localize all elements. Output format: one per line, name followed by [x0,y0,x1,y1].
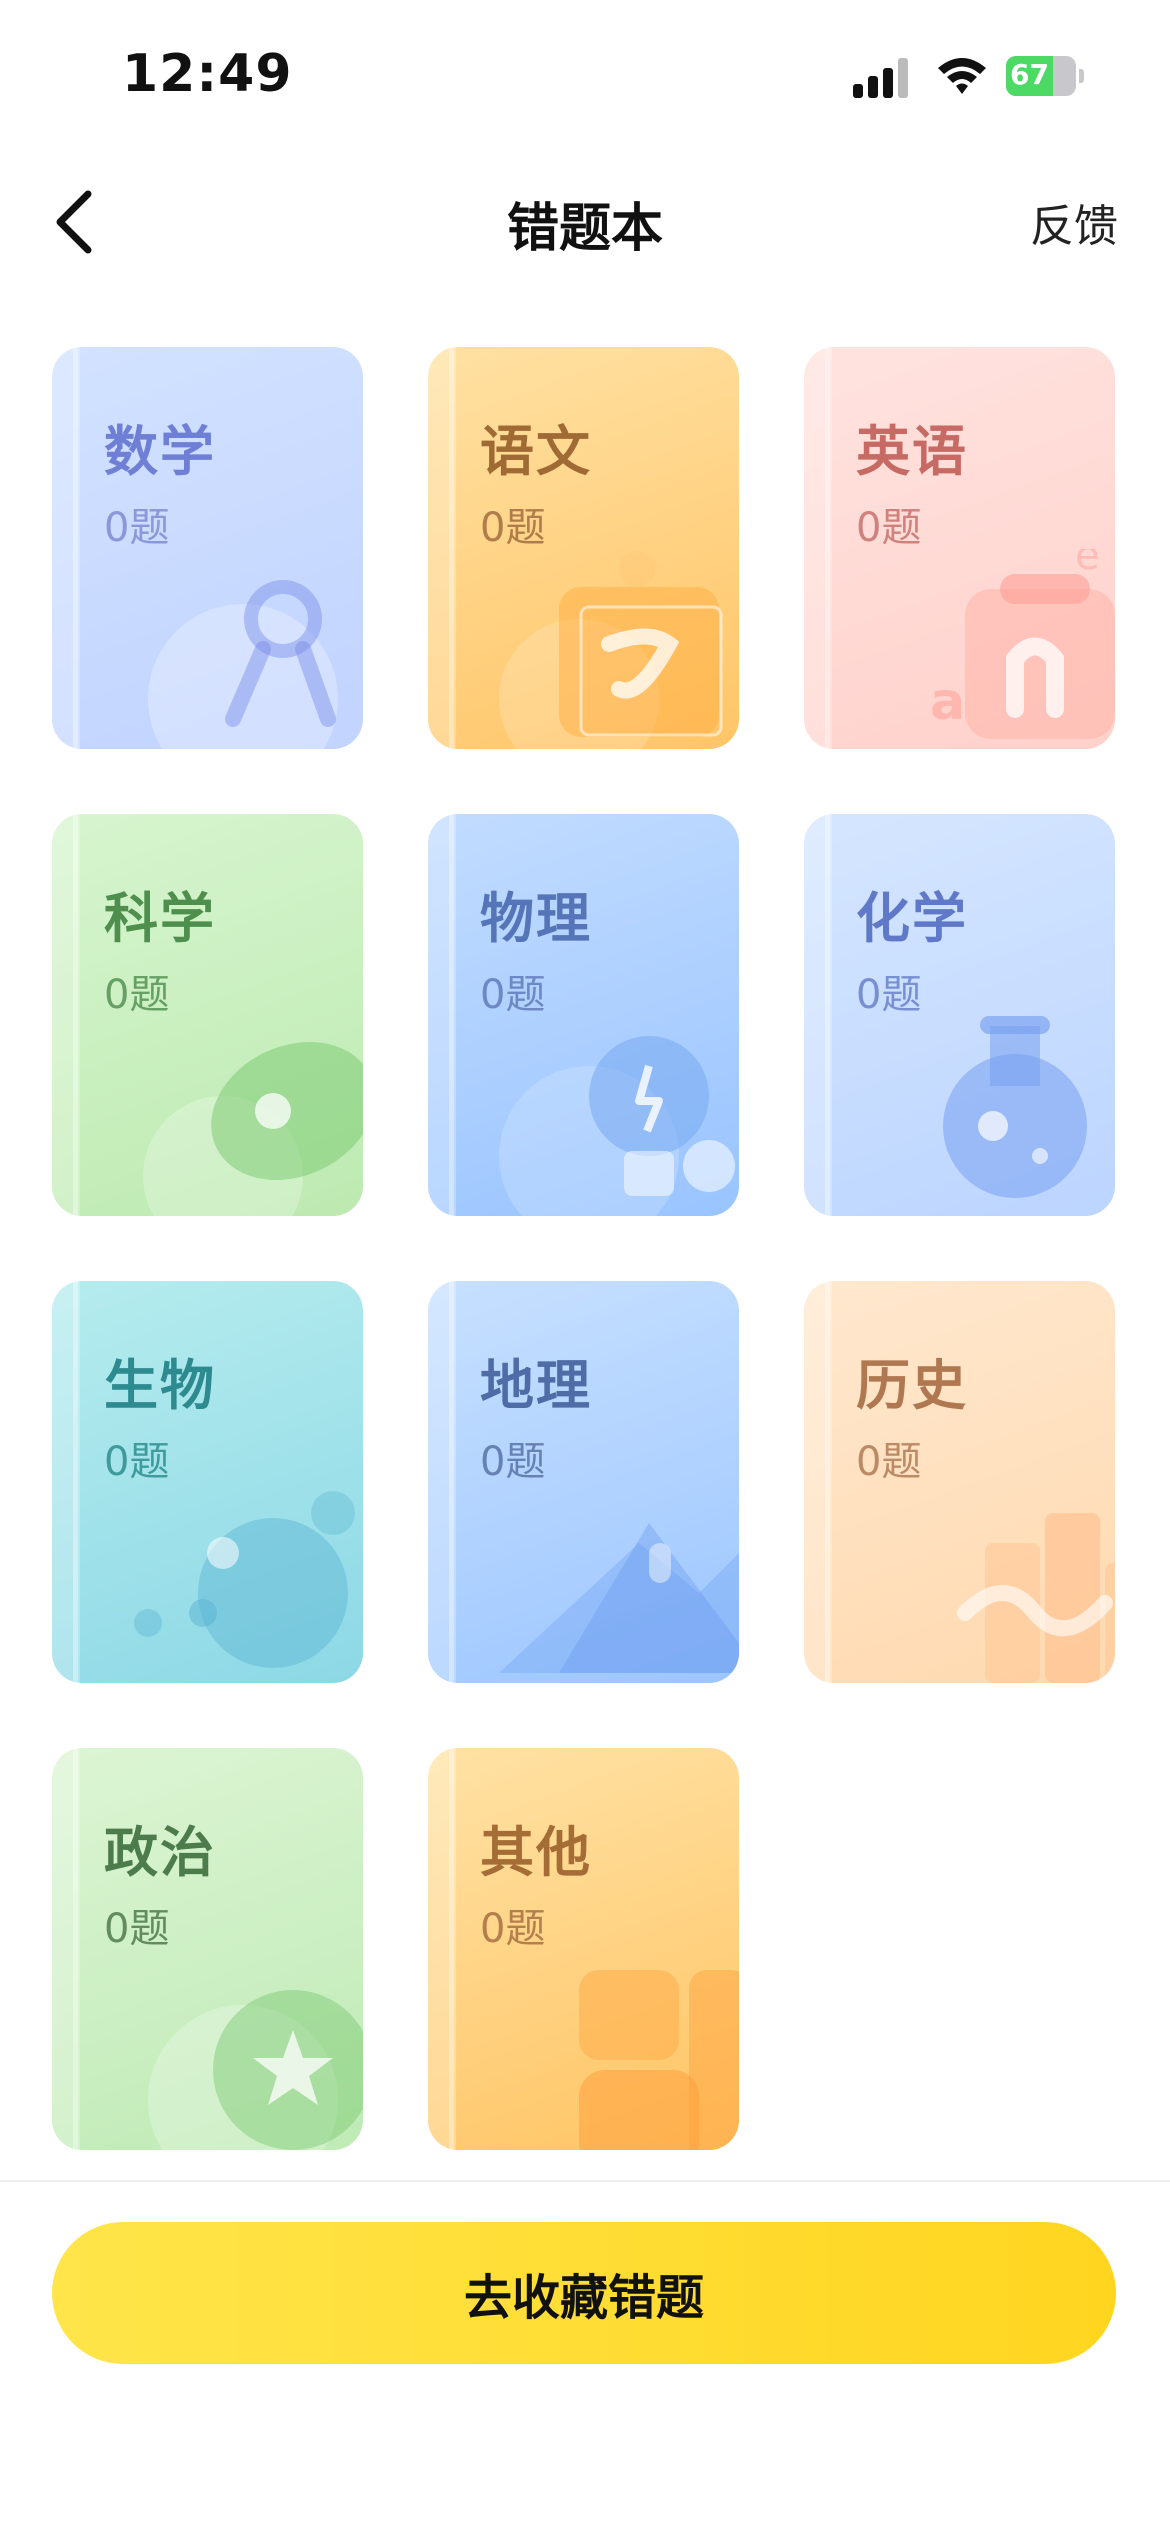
book-spine [428,814,456,1216]
bulb-icon [499,1036,735,1216]
blocks-icon [579,1970,739,2150]
letters-icon: a e [930,549,1115,739]
mountain-icon [499,1523,739,1673]
subject-card[interactable]: 化学 0题 [804,814,1115,1216]
subject-name: 科学 [104,887,216,950]
question-count: 0题 [856,972,922,1018]
book-spine [52,1281,80,1683]
compass-icon [148,580,338,749]
subject-name: 语文 [480,420,592,483]
subject-name: 物理 [480,887,592,950]
subject-name: 英语 [856,420,968,483]
bottom-divider [0,2180,1170,2182]
subject-name: 数学 [104,420,216,483]
subject-name: 化学 [856,887,968,950]
book-spine [804,814,832,1216]
feedback-link[interactable]: 反馈 [1030,190,1118,254]
book-spine [428,1281,456,1683]
cell-icon [134,1491,355,1668]
page-title: 错题本 [506,199,663,259]
subject-name: 生物 [104,1354,216,1417]
cellular-signal-icon [853,58,911,98]
subject-name: 其他 [480,1821,592,1884]
question-count: 0题 [480,505,546,551]
book-spine [52,1748,80,2150]
book-spine [804,1281,832,1683]
star-badge-icon [148,1990,363,2150]
question-count: 0题 [480,1906,546,1952]
book-spine [52,347,80,749]
subject-card[interactable]: 政治 0题 [52,1748,363,2150]
question-count: 0题 [480,1439,546,1485]
subject-name: 历史 [856,1354,968,1417]
subject-card[interactable]: 地理 0题 [428,1281,739,1683]
flask-icon [943,1016,1087,1198]
question-count: 0题 [480,972,546,1018]
battery-icon: 67 [1006,56,1084,96]
question-count: 0题 [104,505,170,551]
subject-card[interactable]: 其他 0题 [428,1748,739,2150]
status-bar: 12:49 67 [0,0,1170,150]
subject-name: 政治 [104,1821,216,1884]
navigation-bar: 错题本 反馈 [0,160,1170,280]
subject-card[interactable]: a e 英语 0题 [804,347,1115,749]
subject-card[interactable]: 历史 0题 [804,1281,1115,1683]
question-count: 0题 [104,1906,170,1952]
book-spine [52,814,80,1216]
battery-level: 67 [1010,58,1049,91]
collect-wrong-questions-button[interactable]: 去收藏错题 [52,2222,1116,2364]
brush-stroke-icon [499,551,723,749]
subject-card[interactable]: 科学 0题 [52,814,363,1216]
svg-text:e: e [1075,549,1100,579]
subject-card[interactable]: 物理 0题 [428,814,739,1216]
subject-card[interactable]: 数学 0题 [52,347,363,749]
svg-text:a: a [930,672,965,732]
columns-icon [957,1513,1115,1683]
question-count: 0题 [104,972,170,1018]
question-count: 0题 [104,1439,170,1485]
question-count: 0题 [856,1439,922,1485]
planet-icon [143,1042,363,1216]
question-count: 0题 [856,505,922,551]
subject-card[interactable]: 语文 0题 [428,347,739,749]
subject-card[interactable]: 生物 0题 [52,1281,363,1683]
wifi-icon [938,58,986,94]
status-time: 12:49 [122,44,293,104]
book-spine [428,347,456,749]
book-spine [428,1748,456,2150]
subject-name: 地理 [480,1354,592,1417]
book-spine [804,347,832,749]
